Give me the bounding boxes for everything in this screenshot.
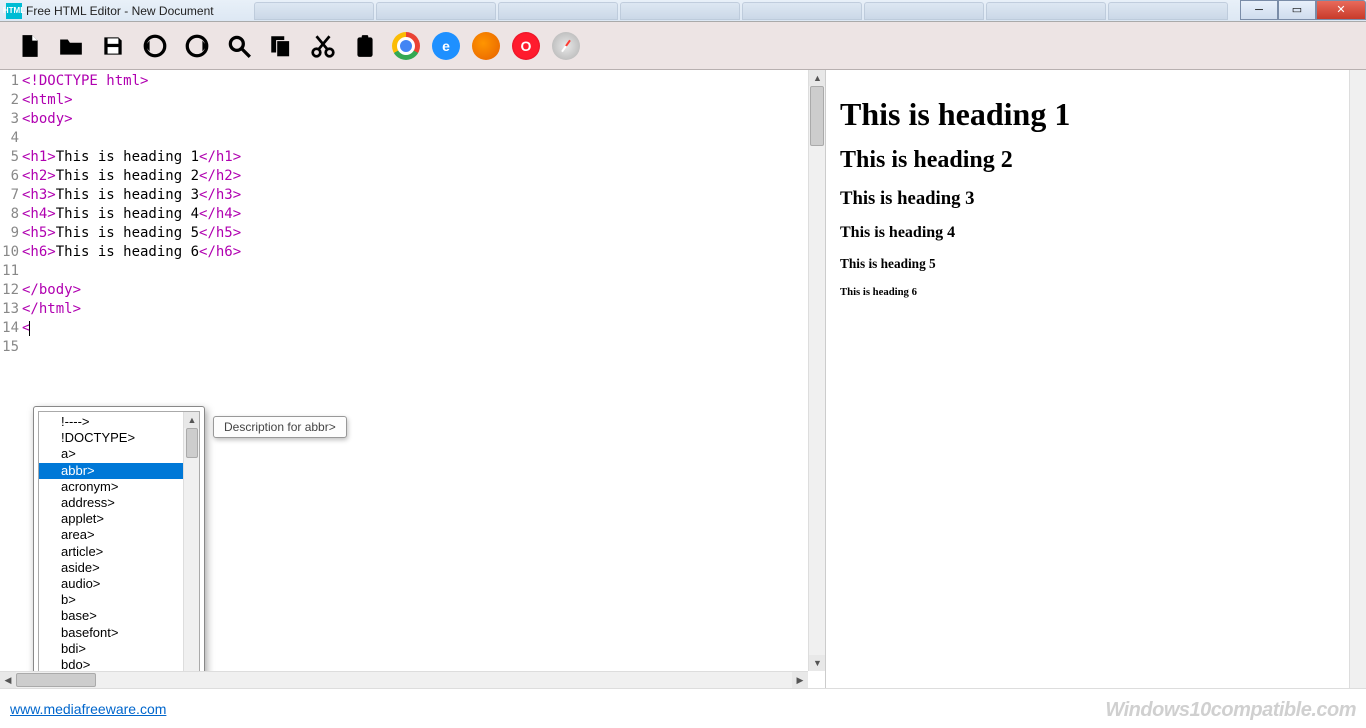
autocomplete-item[interactable]: applet> bbox=[39, 511, 183, 527]
autocomplete-item[interactable]: address> bbox=[39, 495, 183, 511]
preview-firefox-button[interactable] bbox=[472, 32, 500, 60]
preview-h3: This is heading 3 bbox=[840, 188, 1352, 210]
copy-button[interactable] bbox=[266, 31, 296, 61]
redo-button[interactable] bbox=[182, 31, 212, 61]
autocomplete-item[interactable]: bdi> bbox=[39, 641, 183, 657]
preview-safari-button[interactable] bbox=[552, 32, 580, 60]
save-button[interactable] bbox=[98, 31, 128, 61]
autocomplete-item[interactable]: aside> bbox=[39, 560, 183, 576]
background-tab bbox=[742, 2, 862, 20]
title-bar: HTML Free HTML Editor - New Document ─ ▭… bbox=[0, 0, 1366, 22]
background-tab bbox=[1108, 2, 1228, 20]
preview-pane: This is heading 1 This is heading 2 This… bbox=[826, 70, 1366, 688]
preview-h4: This is heading 4 bbox=[840, 224, 1352, 242]
preview-ie-button[interactable]: e bbox=[432, 32, 460, 60]
minimize-button[interactable]: ─ bbox=[1240, 0, 1278, 20]
paste-button[interactable] bbox=[350, 31, 380, 61]
background-tab bbox=[620, 2, 740, 20]
autocomplete-item[interactable]: b> bbox=[39, 592, 183, 608]
editor-horizontal-scrollbar[interactable]: ◀ ▶ bbox=[0, 671, 808, 688]
autocomplete-item[interactable]: area> bbox=[39, 527, 183, 543]
scroll-right-icon[interactable]: ▶ bbox=[792, 672, 808, 688]
preview-scrollbar[interactable] bbox=[1349, 70, 1366, 688]
cut-button[interactable] bbox=[308, 31, 338, 61]
autocomplete-popup[interactable]: !---->!DOCTYPE>a>abbr>acronym>address>ap… bbox=[33, 406, 205, 688]
app-icon: HTML bbox=[6, 3, 22, 19]
background-tab bbox=[254, 2, 374, 20]
autocomplete-item[interactable]: !DOCTYPE> bbox=[39, 430, 183, 446]
scrollbar-thumb[interactable] bbox=[186, 428, 198, 458]
toolbar: e O bbox=[0, 22, 1366, 70]
preview-chrome-button[interactable] bbox=[392, 32, 420, 60]
scrollbar-thumb[interactable] bbox=[810, 86, 824, 146]
scroll-up-icon[interactable]: ▲ bbox=[184, 412, 200, 428]
preview-h6: This is heading 6 bbox=[840, 286, 1352, 298]
autocomplete-item[interactable]: a> bbox=[39, 446, 183, 462]
preview-h1: This is heading 1 bbox=[840, 96, 1352, 133]
autocomplete-item[interactable]: abbr> bbox=[39, 463, 183, 479]
autocomplete-item[interactable]: base> bbox=[39, 608, 183, 624]
preview-opera-button[interactable]: O bbox=[512, 32, 540, 60]
preview-h2: This is heading 2 bbox=[840, 147, 1352, 174]
scroll-left-icon[interactable]: ◀ bbox=[0, 672, 16, 688]
scroll-down-icon[interactable]: ▼ bbox=[809, 655, 826, 671]
new-file-button[interactable] bbox=[14, 31, 44, 61]
autocomplete-item[interactable]: !----> bbox=[39, 414, 183, 430]
preview-h5: This is heading 5 bbox=[840, 256, 1352, 272]
autocomplete-item[interactable]: article> bbox=[39, 544, 183, 560]
scrollbar-thumb[interactable] bbox=[16, 673, 96, 687]
code-content[interactable]: <!DOCTYPE html><html><body> <h1>This is … bbox=[22, 72, 807, 357]
background-tab bbox=[376, 2, 496, 20]
close-button[interactable]: ✕ bbox=[1316, 0, 1366, 20]
maximize-button[interactable]: ▭ bbox=[1278, 0, 1316, 20]
undo-button[interactable] bbox=[140, 31, 170, 61]
main-area: 123456789101112131415 <!DOCTYPE html><ht… bbox=[0, 70, 1366, 688]
autocomplete-scrollbar[interactable]: ▲ ▼ bbox=[183, 412, 199, 688]
status-bar: www.mediafreeware.com Windows10compatibl… bbox=[0, 688, 1366, 728]
find-button[interactable] bbox=[224, 31, 254, 61]
editor-vertical-scrollbar[interactable]: ▲ ▼ bbox=[808, 70, 825, 671]
autocomplete-item[interactable]: acronym> bbox=[39, 479, 183, 495]
background-tab bbox=[986, 2, 1106, 20]
autocomplete-item[interactable]: basefont> bbox=[39, 625, 183, 641]
scroll-up-icon[interactable]: ▲ bbox=[809, 70, 826, 86]
autocomplete-list[interactable]: !---->!DOCTYPE>a>abbr>acronym>address>ap… bbox=[39, 412, 183, 688]
background-tabs bbox=[254, 0, 1240, 22]
background-tab bbox=[498, 2, 618, 20]
autocomplete-tooltip: Description for abbr> bbox=[213, 416, 347, 438]
code-editor[interactable]: 123456789101112131415 <!DOCTYPE html><ht… bbox=[0, 70, 826, 688]
autocomplete-item[interactable]: audio> bbox=[39, 576, 183, 592]
watermark: Windows10compatible.com bbox=[1105, 699, 1356, 722]
window-title: Free HTML Editor - New Document bbox=[26, 4, 214, 18]
window-controls: ─ ▭ ✕ bbox=[1240, 0, 1366, 22]
background-tab bbox=[864, 2, 984, 20]
vendor-link[interactable]: www.mediafreeware.com bbox=[10, 701, 166, 717]
open-file-button[interactable] bbox=[56, 31, 86, 61]
line-gutter: 123456789101112131415 bbox=[0, 70, 22, 688]
